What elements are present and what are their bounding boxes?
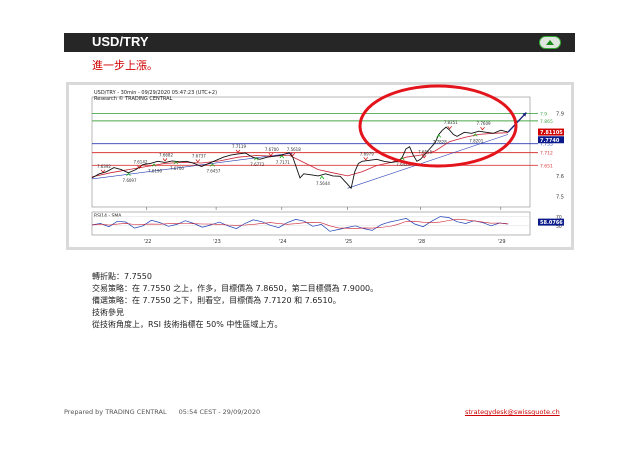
price-badge-label: 7.81105 [540,130,563,136]
level-label: 7.712 [540,151,553,157]
x-tick-label: '28 [418,239,426,245]
price-annotation: 7.5644 [316,181,330,186]
price-annotation: 7.7828 [433,139,447,144]
price-annotation: 7.6392 [97,164,111,169]
price-annotation: 7.6700 [265,147,279,152]
x-tick-label: '23 [213,239,221,245]
price-badge-label: 7.7740 [540,138,560,144]
technical-heading: 技術參見 [92,308,124,317]
footer-timestamp: 05:54 CEST - 29/09/2020 [178,408,261,416]
level-label: 7.9 [540,112,547,118]
trading-strategy: 交易策略：在 7.7550 之上，作多，目標價為 7.8650，第二目標價為 7… [92,284,379,293]
technical-comment: 從技術角度上，RSI 技術指標在 50% 中性區域上方。 [92,320,283,329]
y-tick-label: 7.9 [556,112,564,118]
level-label: 7.865 [540,119,553,125]
price-annotation: 7.6979 [360,151,374,156]
x-tick-label: '24 [279,239,287,245]
level-label: 7.651 [540,163,553,169]
price-annotation: 7.6190 [148,168,162,173]
y-tick-label: 7.5 [556,195,564,201]
price-annotation: 7.6772 [250,162,264,167]
footer-prepared-by: Prepared by TRADING CENTRAL [64,408,167,416]
pivot-point: 轉折點：7.7550 [92,272,152,281]
y-tick-label: 7.6 [556,174,564,180]
x-tick-label: '29 [498,239,506,245]
price-annotation: 7.8201 [469,138,483,143]
price-annotation: 7.6142 [133,160,147,165]
rsi-label: RSI14 - SMA [94,213,122,219]
chart-subtitle: Research © TRADING CENTRAL [94,95,173,102]
x-tick-label: '25 [345,239,353,245]
price-chart: USD/TRY - 30min - 09/29/2020 05:47:23 (U… [91,84,564,245]
price-annotation: 7.7609 [477,121,491,126]
price-annotation: 7.6097 [123,178,137,183]
price-annotation: 7.6515 [418,149,432,154]
footer-email-link[interactable]: strategydesk@swissquote.ch [465,408,560,416]
analysis-notes: 轉折點：7.7550 交易策略：在 7.7550 之上，作多，目標價為 7.86… [92,271,378,331]
price-annotation: 7.8351 [444,120,458,125]
rsi-badge-label: 58.0766 [540,220,563,226]
price-annotation: 7.6457 [206,168,220,173]
price-annotation: 7.5618 [287,147,301,152]
price-annotation: 7.6737 [192,153,206,158]
footer-prepared: Prepared by TRADING CENTRAL 05:54 CEST -… [64,408,260,416]
alternative-strategy: 備選策略：在 7.7550 之下，則看空，目標價為 7.7120 和 7.651… [92,296,341,305]
price-annotation: 7.7171 [276,160,290,165]
price-annotation: 7.6682 [159,152,173,157]
price-annotation: 7.6700 [170,166,184,171]
x-tick-label: '22 [144,239,152,245]
price-annotation: 7.7119 [232,144,246,149]
